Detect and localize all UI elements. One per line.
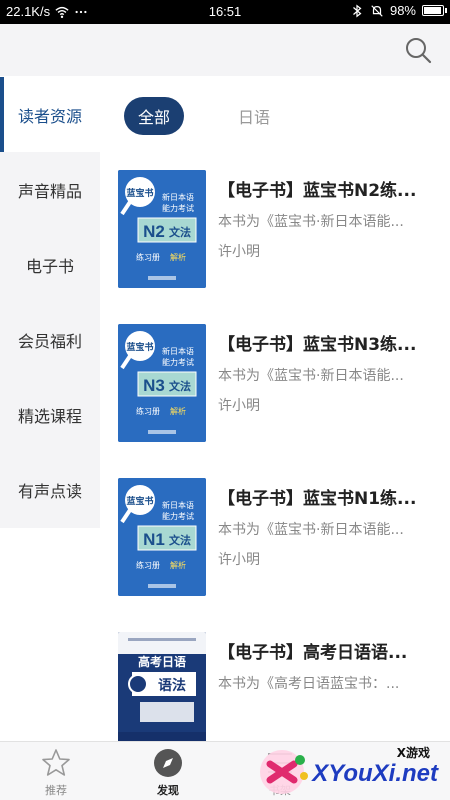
book-item[interactable]: 蓝宝书 新日本语 能力考试 N2 文法 练习册 解析 【电子书】蓝宝书N2练..… — [118, 170, 438, 324]
cover-subject: 文法 — [169, 533, 191, 547]
book-description: 本书为《蓝宝书·新日本语能... — [218, 368, 404, 384]
book-title: 【电子书】蓝宝书N2练... — [218, 181, 417, 201]
category-sidebar: 读者资源 声音精品 电子书 会员福利 精选课程 有声点读 — [0, 77, 100, 528]
sidebar-item-audio[interactable]: 声音精品 — [0, 152, 100, 227]
top-bar — [0, 24, 450, 76]
book-cover: 高考日语 语法 — [118, 632, 206, 750]
watermark-site-name: XYouXi.net — [312, 760, 438, 787]
filter-chip-japanese[interactable]: 日语 — [224, 97, 284, 135]
cover-tag2: 解析 — [170, 252, 186, 262]
cover-line1: 新日本语 — [162, 192, 194, 202]
search-icon[interactable] — [404, 36, 432, 64]
book-author: 许小明 — [218, 552, 260, 568]
book-info: 【电子书】蓝宝书N2练... 本书为《蓝宝书·新日本语能... 许小明 — [206, 170, 438, 324]
book-item[interactable]: 蓝宝书 新日本语 能力考试 N3 文法 练习册 解析 【电子书】蓝宝书N3练..… — [118, 324, 438, 478]
sidebar-item-ebooks[interactable]: 电子书 — [0, 227, 100, 302]
star-icon — [42, 749, 70, 776]
sidebar-item-label: 声音精品 — [17, 181, 82, 201]
cover-brand: 蓝宝书 — [126, 187, 153, 199]
cover-tag2: 解析 — [170, 560, 186, 570]
cover-subject: 语法 — [158, 677, 186, 694]
cover-line2: 能力考试 — [162, 203, 194, 213]
cover-tag1: 练习册 — [136, 560, 160, 570]
book-title: 【电子书】高考日语语... — [218, 643, 408, 663]
status-bar: 22.1K/s 16:51 98% — [0, 0, 450, 24]
book-info: 【电子书】蓝宝书N1练... 本书为《蓝宝书·新日本语能... 许小明 — [206, 478, 438, 632]
book-list: 蓝宝书 新日本语 能力考试 N2 文法 练习册 解析 【电子书】蓝宝书N2练..… — [118, 170, 438, 786]
nav-tab-recommend[interactable]: 推荐 — [0, 742, 112, 800]
sidebar-item-label: 会员福利 — [17, 331, 82, 351]
book-title: 【电子书】蓝宝书N3练... — [218, 335, 417, 355]
book-cover: 蓝宝书 新日本语 能力考试 N3 文法 练习册 解析 — [118, 324, 206, 442]
cover-brand: 蓝宝书 — [126, 341, 153, 353]
cover-tag2: 解析 — [170, 406, 186, 416]
cover-level: N3 — [143, 376, 165, 395]
compass-icon — [154, 749, 182, 777]
book-title: 【电子书】蓝宝书N1练... — [218, 489, 417, 509]
cover-tag1: 练习册 — [136, 406, 160, 416]
filter-chips: 全部 日语 — [124, 97, 284, 135]
gamepad-logo-icon — [260, 750, 308, 794]
watermark-small-text: X游戏 — [396, 746, 430, 760]
book-description: 本书为《高考日语蓝宝书：... — [218, 676, 400, 692]
cover-brand: 蓝宝书 — [126, 495, 153, 507]
sidebar-item-label: 电子书 — [25, 256, 74, 276]
sidebar-item-label: 有声点读 — [17, 481, 82, 501]
nav-tab-label: 推荐 — [45, 784, 67, 797]
cover-level: N1 — [143, 530, 165, 549]
book-item[interactable]: 蓝宝书 新日本语 能力考试 N1 文法 练习册 解析 【电子书】蓝宝书N1练..… — [118, 478, 438, 632]
book-description: 本书为《蓝宝书·新日本语能... — [218, 214, 404, 230]
filter-chip-all[interactable]: 全部 — [124, 97, 185, 135]
book-info: 【电子书】蓝宝书N3练... 本书为《蓝宝书·新日本语能... 许小明 — [206, 324, 438, 478]
book-author: 许小明 — [218, 244, 260, 260]
cover-level: N2 — [143, 222, 165, 241]
mute-bell-icon — [371, 4, 383, 17]
book-cover: 蓝宝书 新日本语 能力考试 N2 文法 练习册 解析 — [118, 170, 206, 288]
cover-brand: 高考日语 — [138, 654, 186, 669]
sidebar-item-label: 读者资源 — [17, 106, 82, 126]
sidebar-item-audio-reading[interactable]: 有声点读 — [0, 452, 100, 527]
cover-line1: 新日本语 — [162, 346, 194, 356]
cover-line2: 能力考试 — [162, 357, 194, 367]
battery-percent: 98% — [389, 3, 416, 18]
cover-line2: 能力考试 — [162, 511, 194, 521]
nav-tab-label: 发现 — [157, 784, 179, 797]
sidebar-item-label: 精选课程 — [17, 406, 82, 426]
book-author: 许小明 — [218, 398, 260, 414]
cover-line1: 新日本语 — [162, 500, 194, 510]
battery-icon — [422, 5, 447, 16]
battery-level — [424, 7, 441, 14]
cover-subject: 文法 — [169, 225, 191, 239]
nav-tab-discover[interactable]: 发现 — [112, 742, 224, 800]
cover-tag1: 练习册 — [136, 252, 160, 262]
site-watermark: X游戏 XYouXi.net — [256, 740, 446, 798]
bluetooth-icon — [353, 4, 362, 17]
sidebar-item-member-benefits[interactable]: 会员福利 — [0, 302, 100, 377]
sidebar-item-reader-resources[interactable]: 读者资源 — [0, 77, 100, 152]
cover-subject: 文法 — [169, 379, 191, 393]
book-cover: 蓝宝书 新日本语 能力考试 N1 文法 练习册 解析 — [118, 478, 206, 596]
book-description: 本书为《蓝宝书·新日本语能... — [218, 522, 404, 538]
sidebar-item-courses[interactable]: 精选课程 — [0, 377, 100, 452]
